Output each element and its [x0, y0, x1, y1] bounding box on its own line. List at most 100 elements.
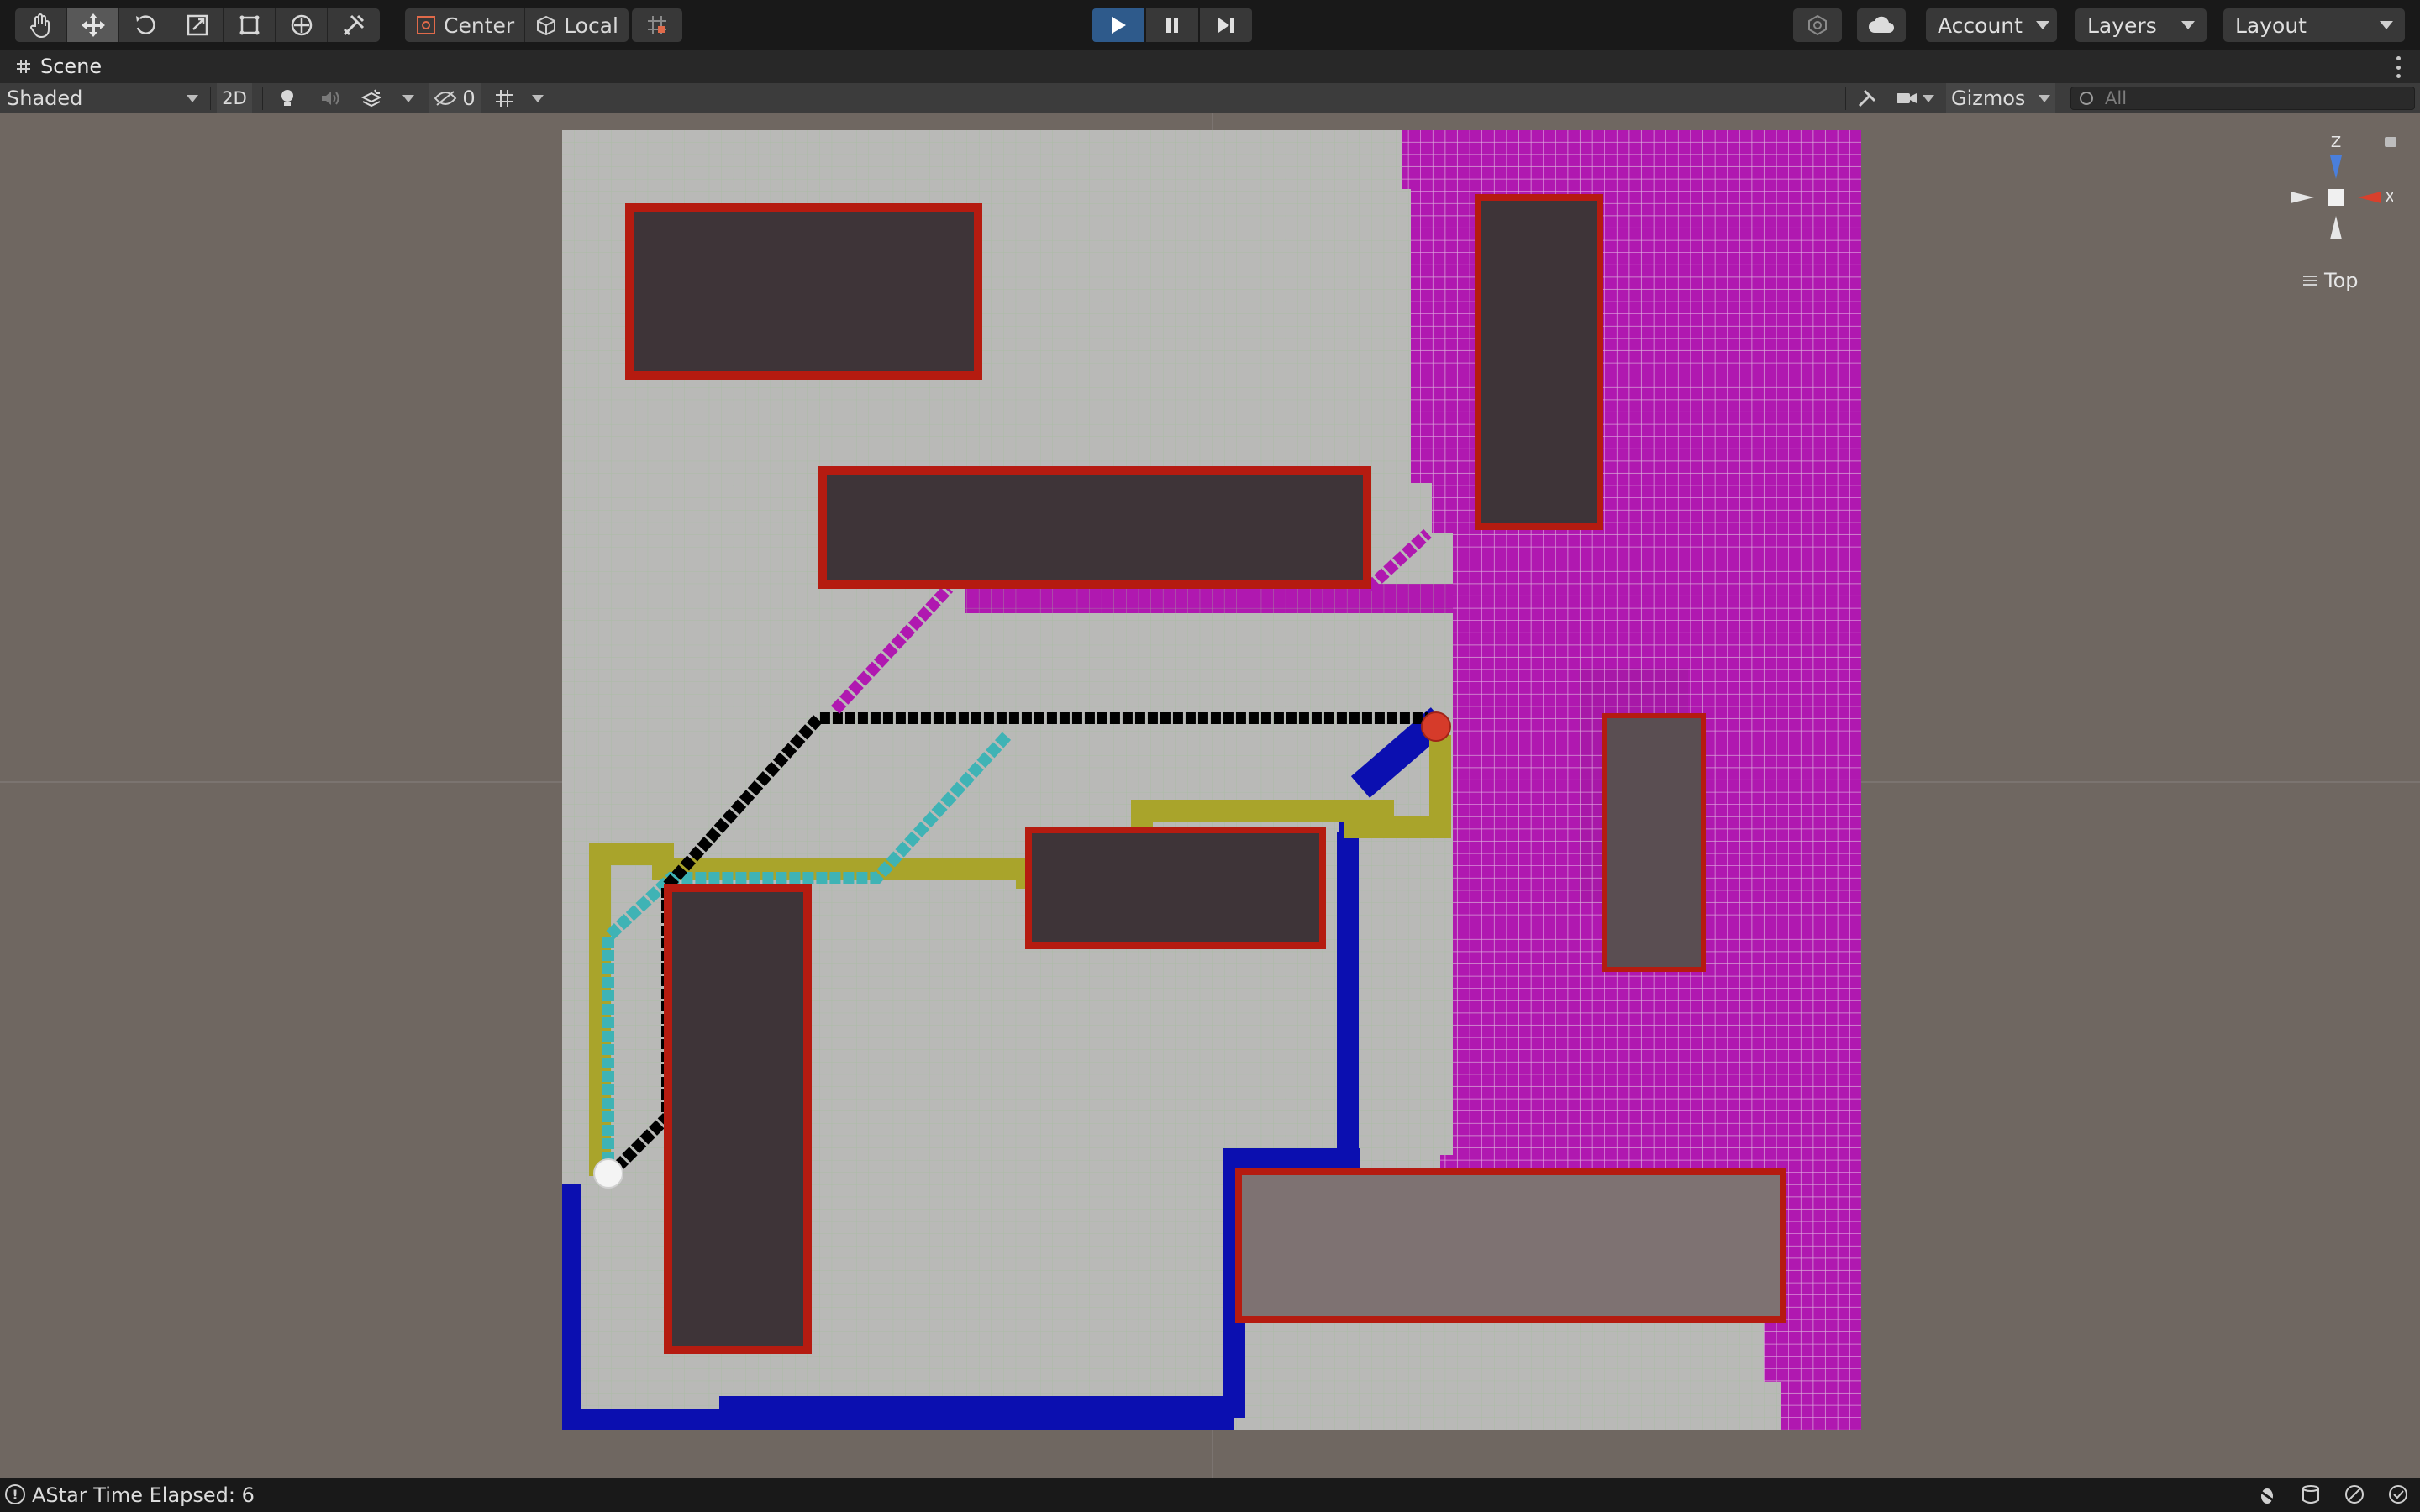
- cloud-icon: [1869, 16, 1894, 33]
- tab-scene[interactable]: Scene: [0, 50, 117, 83]
- search-placeholder: All: [2105, 88, 2128, 108]
- hidden-count: 0: [462, 87, 476, 110]
- scale-icon: [187, 14, 208, 36]
- pathfinding-grid[interactable]: [562, 130, 1861, 1430]
- rect-tool-button[interactable]: [224, 8, 276, 42]
- main-toolbar: Center Local Account Layers Layout: [0, 0, 2420, 50]
- toggle-2d-button[interactable]: 2D: [217, 83, 252, 113]
- cache-server-icon[interactable]: [2297, 1483, 2324, 1506]
- network-off-icon[interactable]: [2341, 1483, 2368, 1506]
- obstacle: [1475, 194, 1603, 530]
- transform-tool-button[interactable]: [276, 8, 328, 42]
- step-icon: [1218, 18, 1234, 33]
- scene-tab-bar: Scene: [0, 50, 2420, 83]
- scene-grid-icon: [17, 60, 30, 73]
- tools-icon: [1858, 89, 1876, 108]
- custom-tool-button[interactable]: [328, 8, 380, 42]
- chevron-down-icon: [1923, 94, 1934, 102]
- checkmark-icon[interactable]: [2385, 1483, 2412, 1506]
- tools-overlay-toggle[interactable]: [1852, 83, 1882, 113]
- obstacle: [818, 466, 1371, 589]
- orientation-gizmo[interactable]: Z X: [2284, 130, 2393, 265]
- transform-tools: [15, 8, 380, 42]
- x-axis-cone: [2358, 192, 2381, 203]
- lightbulb-icon: [281, 90, 293, 106]
- speaker-icon: [322, 92, 339, 105]
- status-icons: [2254, 1483, 2412, 1506]
- draw-mode-label: Shaded: [7, 87, 83, 110]
- more-options-icon[interactable]: [2396, 56, 2402, 78]
- camera-settings-button[interactable]: [1894, 83, 1936, 113]
- view-mode-label[interactable]: Top: [2302, 269, 2359, 292]
- goal-sphere[interactable]: [1421, 711, 1451, 742]
- info-icon: !: [5, 1484, 25, 1504]
- gizmo-lock-icon[interactable]: [2385, 137, 2396, 147]
- neg-x-axis-cone: [2291, 192, 2314, 203]
- bug-icon[interactable]: [2254, 1483, 2281, 1506]
- grid-dropdown[interactable]: [528, 83, 548, 113]
- cloud-button[interactable]: [1857, 8, 1906, 42]
- scale-tool-button[interactable]: [171, 8, 224, 42]
- pivot-mode-label: Center: [444, 13, 515, 38]
- scene-search-input[interactable]: All: [2070, 87, 2415, 110]
- pivot-controls: Center Local: [405, 8, 629, 42]
- gizmos-label: Gizmos: [1951, 87, 2026, 110]
- gizmos-dropdown[interactable]: Gizmos: [1946, 83, 2055, 113]
- rect-transform-icon: [239, 15, 259, 35]
- chevron-down-icon: [2380, 21, 2393, 29]
- account-dropdown[interactable]: Account: [1926, 8, 2057, 42]
- local-cube-icon: [537, 15, 556, 36]
- pause-button[interactable]: [1146, 8, 1198, 42]
- play-icon: [1112, 17, 1126, 34]
- gizmo-z-label: Z: [2331, 134, 2341, 151]
- hand-tool-button[interactable]: [15, 8, 67, 42]
- scene-view-toolbar: Shaded 2D 0 Gizmos All: [0, 83, 2420, 113]
- chevron-down-icon: [2035, 21, 2049, 29]
- chevron-down-icon: [402, 94, 414, 102]
- obstacle: [1025, 827, 1326, 949]
- layout-dropdown[interactable]: Layout: [2223, 8, 2405, 42]
- draw-mode-dropdown[interactable]: Shaded: [7, 83, 198, 113]
- layers-dropdown[interactable]: Layers: [2075, 8, 2207, 42]
- grid-toggle[interactable]: [489, 83, 519, 113]
- status-bar: ! AStar Time Elapsed: 6: [0, 1478, 2420, 1512]
- move-tool-button[interactable]: [67, 8, 119, 42]
- pivot-rotation-label: Local: [564, 13, 618, 38]
- tools-icon: [343, 14, 365, 36]
- obstacle: [625, 203, 982, 380]
- toggle-2d-label: 2D: [222, 88, 247, 108]
- layers-label: Layers: [2087, 13, 2157, 38]
- grid-snap-button[interactable]: [632, 8, 682, 42]
- search-icon: [2080, 92, 2093, 105]
- effects-toggle[interactable]: [356, 83, 387, 113]
- step-button[interactable]: [1200, 8, 1252, 42]
- scene-viewport[interactable]: Z X Top: [0, 113, 2420, 1478]
- neg-z-axis-cone: [2330, 216, 2342, 239]
- collab-button[interactable]: [1793, 8, 1842, 42]
- account-label: Account: [1938, 13, 2023, 38]
- obstacle: [664, 884, 812, 1354]
- hand-icon: [29, 13, 50, 39]
- camera-icon: [1897, 93, 1917, 103]
- start-sphere[interactable]: [593, 1158, 623, 1189]
- view-mode-text: Top: [2324, 269, 2359, 292]
- chevron-down-icon: [532, 94, 544, 102]
- menu-icon: [2303, 276, 2317, 286]
- console-message[interactable]: AStar Time Elapsed: 6: [32, 1478, 255, 1512]
- grid-visibility-icon: [496, 90, 513, 107]
- rotate-tool-button[interactable]: [119, 8, 171, 42]
- effects-dropdown[interactable]: [398, 83, 418, 113]
- pause-icon: [1166, 18, 1178, 33]
- collab-icon: [1808, 14, 1827, 36]
- pivot-mode-button[interactable]: Center: [405, 8, 526, 42]
- lighting-toggle[interactable]: [272, 83, 302, 113]
- obstacle: [1235, 1168, 1786, 1323]
- audio-toggle[interactable]: [314, 83, 345, 113]
- pivot-rotation-button[interactable]: Local: [525, 8, 629, 42]
- gizmo-center-cube[interactable]: [2328, 189, 2344, 206]
- pivot-center-icon: [417, 16, 435, 34]
- hidden-objects-toggle[interactable]: 0: [429, 83, 481, 113]
- play-button[interactable]: [1092, 8, 1144, 42]
- chevron-down-icon: [2181, 21, 2195, 29]
- transform-icon: [291, 14, 312, 36]
